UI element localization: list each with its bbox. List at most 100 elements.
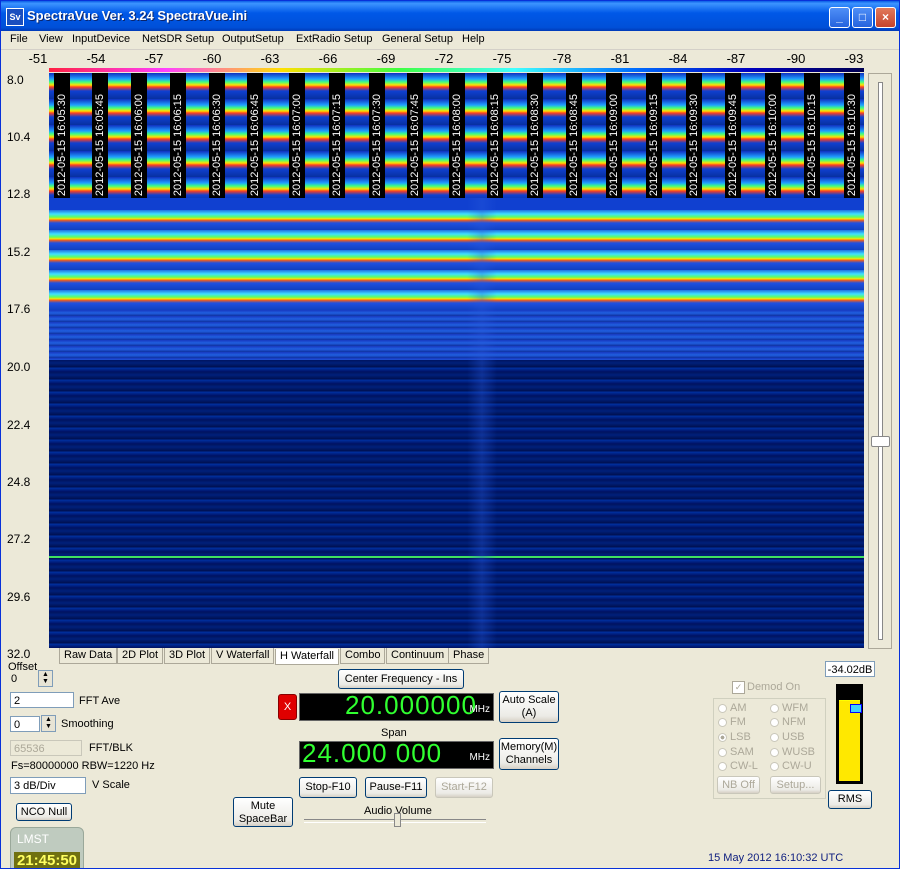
nb-off-button[interactable]: NB Off	[717, 776, 760, 794]
menu-help[interactable]: Help	[462, 33, 485, 45]
scale-label: -69	[376, 51, 396, 66]
fft-ave-input[interactable]: 2	[10, 692, 74, 708]
scale-label: -57	[144, 51, 164, 66]
offset-spinner[interactable]: ▲ ▼	[38, 670, 53, 687]
radio-sam[interactable]: SAM	[718, 746, 754, 758]
vertical-offset-slider[interactable]	[868, 73, 892, 649]
audio-volume-thumb[interactable]	[394, 813, 401, 827]
spin-down-icon[interactable]: ▼	[42, 723, 55, 730]
memory-channels-button[interactable]: Memory(M) Channels	[499, 738, 559, 770]
mute-button[interactable]: Mute SpaceBar	[233, 797, 293, 827]
span-display[interactable]: 24.000 000 MHz	[299, 738, 494, 769]
spin-down-icon[interactable]: ▼	[39, 678, 52, 685]
menu-view[interactable]: View	[39, 33, 63, 45]
radio-cw-l[interactable]: CW-L	[718, 760, 758, 772]
radio-button-selected-icon[interactable]	[718, 732, 727, 742]
radio-wfm[interactable]: WFM	[770, 702, 808, 714]
timestamp-label: 2012-05-15 16:09:00	[608, 93, 620, 196]
radio-button-icon[interactable]	[770, 761, 779, 771]
timestamp-label: 2012-05-15 16:09:30	[688, 93, 700, 196]
timestamp-marker: 2012-05-15 16:10:15	[804, 73, 844, 198]
spin-up-icon[interactable]: ▲	[42, 716, 55, 723]
radio-button-icon[interactable]	[770, 717, 779, 727]
timestamp-label: 2012-05-15 16:06:15	[172, 93, 184, 196]
radio-fm[interactable]: FM	[718, 716, 746, 728]
fft-blk-label: FFT/BLK	[89, 742, 134, 754]
title-bar[interactable]: Sv SpectraVue Ver. 3.24 SpectraVue.ini _…	[1, 1, 899, 31]
smoothing-spinner[interactable]: ▲ ▼	[41, 715, 56, 732]
timestamp-label: 2012-05-15 16:10:15	[806, 93, 818, 196]
radio-nfm[interactable]: NFM	[770, 716, 806, 728]
menu-extradio-setup[interactable]: ExtRadio Setup	[296, 33, 372, 45]
radio-button-icon[interactable]	[770, 732, 779, 742]
timestamp-marker: 2012-05-15 16:10:30	[844, 73, 864, 198]
menu-file[interactable]: File	[10, 33, 28, 45]
center-frequency-button[interactable]: Center Frequency - Ins	[338, 669, 464, 689]
smoothing-label: Smoothing	[61, 718, 114, 730]
stop-button[interactable]: Stop-F10	[299, 777, 357, 798]
tab-h-waterfall[interactable]: H Waterfall	[275, 649, 339, 665]
radio-cw-u[interactable]: CW-U	[770, 760, 812, 772]
y-axis-label: 20.0	[7, 360, 31, 374]
tab-2d-plot[interactable]: 2D Plot	[117, 648, 164, 664]
radio-usb[interactable]: USB	[770, 731, 805, 743]
waterfall-band	[49, 360, 864, 648]
setup-button[interactable]: Setup...	[770, 776, 821, 794]
menu-inputdevice[interactable]: InputDevice	[72, 33, 130, 45]
waterfall-display[interactable]: 2012-05-15 16:05:30 2012-05-15 16:05:45 …	[49, 73, 864, 648]
tab-combo[interactable]: Combo	[340, 648, 386, 664]
menu-outputsetup[interactable]: OutputSetup	[222, 33, 284, 45]
scale-label: -78	[552, 51, 572, 66]
timestamp-marker: 2012-05-15 16:08:00	[449, 73, 489, 198]
menu-general-setup[interactable]: General Setup	[382, 33, 453, 45]
tab-continuum[interactable]: Continuum	[386, 648, 450, 664]
center-frequency-display[interactable]: 20.000000 MHz	[299, 690, 494, 721]
rms-button[interactable]: RMS	[828, 790, 872, 809]
scale-label: -63	[260, 51, 280, 66]
radio-wusb[interactable]: WUSB	[770, 746, 815, 758]
spin-up-icon[interactable]: ▲	[39, 671, 52, 678]
start-button[interactable]: Start-F12	[435, 777, 493, 798]
timestamp-marker: 2012-05-15 16:06:45	[247, 73, 287, 198]
tab-3d-plot[interactable]: 3D Plot	[164, 648, 211, 664]
radio-button-icon[interactable]	[770, 703, 779, 713]
scale-label: -54	[86, 51, 106, 66]
radio-am[interactable]: AM	[718, 702, 747, 714]
radio-cw-l-label: CW-L	[730, 760, 758, 772]
close-button[interactable]: ×	[875, 7, 896, 28]
nco-null-button[interactable]: NCO Null	[16, 803, 72, 821]
tab-v-waterfall[interactable]: V Waterfall	[211, 648, 275, 664]
x-icon[interactable]: X	[278, 694, 297, 720]
radio-button-icon[interactable]	[718, 703, 727, 713]
radio-fm-label: FM	[730, 716, 746, 728]
radio-wfm-label: WFM	[782, 702, 809, 714]
scale-label: -60	[202, 51, 222, 66]
tab-phase[interactable]: Phase	[448, 648, 490, 664]
radio-button-icon[interactable]	[718, 747, 727, 757]
auto-scale-button[interactable]: Auto Scale (A)	[499, 691, 559, 723]
demod-on-checkbox[interactable]: ✓	[732, 681, 745, 694]
minimize-button[interactable]: _	[829, 7, 850, 28]
pause-button[interactable]: Pause-F11	[365, 777, 427, 798]
scale-label: -51	[28, 51, 48, 66]
menu-netsdr-setup[interactable]: NetSDR Setup	[142, 33, 214, 45]
smoothing-input[interactable]: 0	[10, 716, 40, 732]
radio-button-icon[interactable]	[770, 747, 779, 757]
radio-button-icon[interactable]	[718, 717, 727, 727]
radio-cw-u-label: CW-U	[782, 760, 812, 772]
radio-button-icon[interactable]	[718, 761, 727, 771]
maximize-button[interactable]: □	[852, 7, 873, 28]
signal-level-meter	[836, 684, 863, 784]
signal-line	[49, 556, 864, 558]
tab-raw-data[interactable]: Raw Data	[59, 648, 118, 664]
fft-blk-select[interactable]: 65536	[10, 740, 82, 756]
vscale-select[interactable]: 3 dB/Div	[10, 777, 86, 794]
timestamp-label: 2012-05-15 16:08:00	[451, 93, 463, 196]
radio-lsb[interactable]: LSB	[718, 731, 751, 743]
timestamp-label: 2012-05-15 16:08:30	[529, 93, 541, 196]
offset-value[interactable]: 0	[8, 671, 36, 687]
radio-am-label: AM	[730, 702, 747, 714]
timestamp-label: 2012-05-15 16:06:00	[133, 93, 145, 196]
slider-thumb[interactable]	[871, 436, 890, 447]
center-frequency-unit: MHz	[469, 704, 490, 715]
